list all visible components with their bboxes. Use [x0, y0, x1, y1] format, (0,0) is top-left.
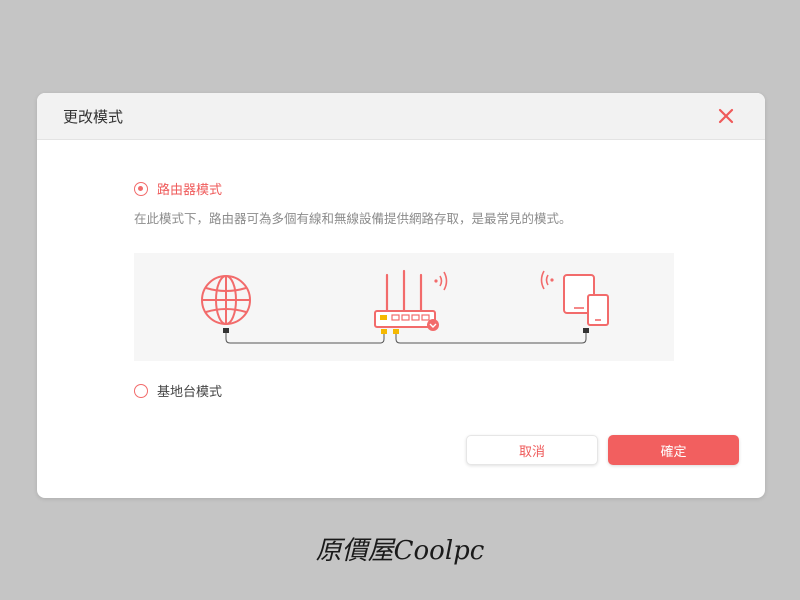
router-icon [374, 269, 439, 334]
router-mode-description: 在此模式下，路由器可為多個有線和無線設備提供網路存取，是最常見的模式。 [134, 211, 572, 226]
access-point-mode-label: 基地台模式 [157, 385, 223, 400]
wifi-signal-icon [540, 270, 554, 290]
close-button[interactable] [715, 105, 737, 127]
access-point-mode-radio[interactable] [134, 383, 148, 398]
wifi-signal-icon [434, 271, 448, 291]
confirm-button[interactable]: 確定 [608, 435, 739, 465]
close-icon [718, 108, 734, 124]
dialog-header: 更改模式 [37, 93, 765, 140]
router-mode-option[interactable]: 路由器模式 [134, 179, 222, 198]
access-point-mode-option[interactable]: 基地台模式 [134, 381, 222, 400]
router-mode-label: 路由器模式 [157, 183, 223, 198]
cancel-button[interactable]: 取消 [466, 435, 598, 465]
change-mode-dialog: 更改模式 路由器模式 在此模式下，路由器可為多個有線和無線設備提供網路存取，是最… [37, 93, 765, 498]
dialog-title: 更改模式 [63, 108, 124, 126]
globe-icon [201, 275, 251, 333]
router-mode-radio[interactable] [134, 181, 148, 196]
network-diagram [134, 253, 674, 361]
watermark-logo: 原價屋Coolpc [315, 536, 485, 566]
